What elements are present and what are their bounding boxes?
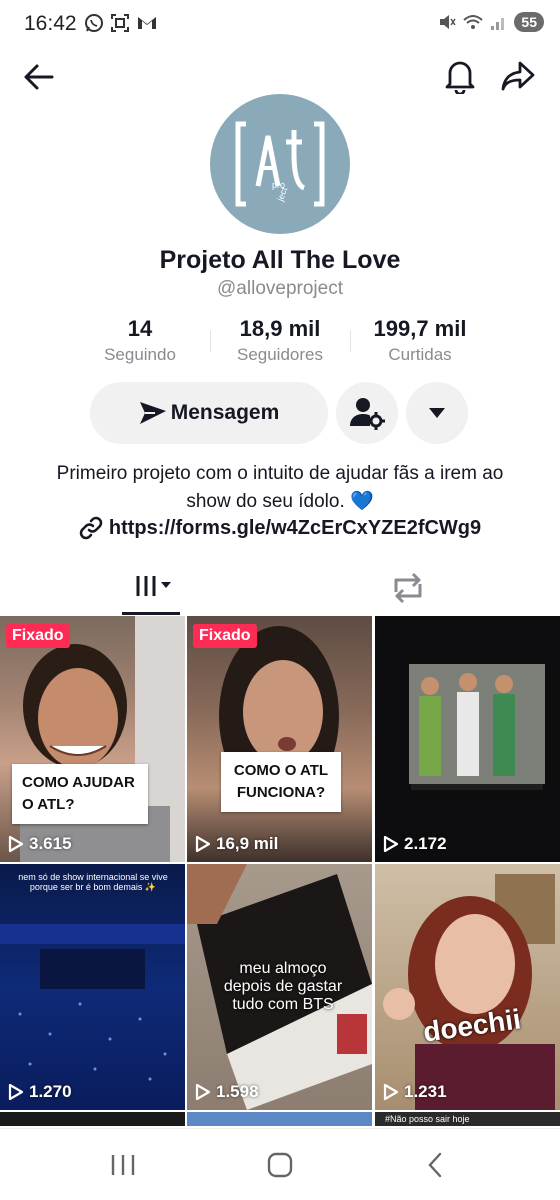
video-caption: COMO O ATL FUNCIONA? [221,752,341,812]
system-nav-bar [0,1128,560,1200]
status-time: 16:42 [24,12,77,35]
play-icon [195,835,211,853]
play-icon [8,835,24,853]
home-icon[interactable] [266,1151,294,1179]
video-thumbnail-image [0,924,185,1081]
battery-badge: 55 [514,12,544,32]
profile-stats: 14 Seguindo 18,9 mil Seguidores 199,7 mi… [70,316,490,372]
video-thumbnail-image [409,664,545,790]
video-grid: Fixado COMO AJUDAR O ATL? 3.615 Fixado C… [0,616,560,1126]
video-tile[interactable]: Fixado COMO O ATL FUNCIONA? 16,9 mil [187,616,372,862]
pinned-badge: Fixado [6,624,70,648]
whatsapp-icon [85,14,103,32]
suggested-accounts-button[interactable] [336,382,398,444]
play-icon [195,1083,211,1101]
avatar[interactable]: pro ject [210,94,350,234]
signal-icon [491,18,505,30]
stat-value: 199,7 mil [373,316,467,341]
more-dropdown-button[interactable] [406,382,468,444]
video-caption: meu almoço depois de gastar tudo com BTS [223,960,343,1013]
stat-following[interactable]: 14 Seguindo [70,316,210,372]
video-tile[interactable]: Fixado COMO AJUDAR O ATL? 3.615 [0,616,185,862]
video-tile[interactable]: doechii 1.231 [375,864,560,1110]
project-logo-icon: pro ject [235,121,325,207]
grid-bars-icon [136,576,171,596]
username: @alloveproject [217,278,343,299]
video-caption: COMO AJUDAR O ATL? [12,764,148,824]
video-thumbnail-image [383,874,555,1110]
gmail-icon [138,17,156,29]
add-friend-settings-icon [350,398,385,430]
recents-icon[interactable] [110,1153,136,1177]
video-tile[interactable]: meu almoço depois de gastar tudo com BTS… [187,864,372,1110]
stat-likes[interactable]: 199,7 mil Curtidas [350,316,490,372]
profile-tabs [0,560,560,616]
view-count-text: 16,9 mil [216,834,279,853]
video-caption: nem só de show internacional se vive por… [18,872,168,892]
video-tile[interactable]: #Não posso sair hoje [375,1112,560,1126]
message-button-label: Mensagem [170,401,280,424]
wifi-icon [463,15,484,29]
stat-label: Seguidores [236,345,323,364]
play-icon [8,1083,24,1101]
screenshot-icon [111,14,129,32]
tab-videos[interactable] [122,570,180,616]
message-button[interactable]: Mensagem [90,382,328,444]
view-count: 2.172 [383,834,447,854]
bio-link-text: https://forms.gle/w4ZcErCxYZE2fCWg9 [108,516,482,539]
view-count: 16,9 mil [195,834,278,854]
status-notification-icons [84,13,158,33]
arrow-left-icon[interactable] [22,60,56,94]
stat-followers[interactable]: 18,9 mil Seguidores [210,316,350,372]
play-icon [383,1083,399,1101]
stat-label: Seguindo [104,345,176,364]
view-count-text: 1.598 [216,1082,259,1101]
stat-value: 14 [127,316,153,341]
pinned-badge: Fixado [193,624,257,648]
view-count: 1.598 [195,1082,259,1102]
bell-icon[interactable] [443,58,477,94]
display-name: Projeto All The Love [159,246,401,274]
view-count-text: 1.231 [404,1082,447,1101]
view-count: 1.231 [383,1082,447,1102]
view-count-text: 3.615 [29,834,72,853]
mute-icon [440,15,457,29]
status-system-icons: 55 [438,12,544,32]
link-icon [79,516,103,540]
share-arrow-icon[interactable] [500,58,536,94]
video-tile[interactable]: 2.172 [375,616,560,862]
video-thumbnail-image [219,626,339,806]
view-count: 3.615 [8,834,72,854]
active-tab-indicator [122,612,180,615]
repost-icon[interactable] [388,570,428,606]
view-count: 1.270 [8,1082,72,1102]
view-count-text: 2.172 [404,834,447,853]
video-caption: #Não posso sair hoje [385,1114,470,1124]
status-bar: 16:42 55 [0,0,560,50]
video-tile[interactable] [187,1112,372,1126]
back-icon[interactable] [425,1151,445,1179]
send-icon [139,402,166,424]
video-tile[interactable]: nem só de show internacional se vive por… [0,864,185,1110]
bio-link[interactable]: https://forms.gle/w4ZcErCxYZE2fCWg9 [0,516,560,540]
caret-down-icon [429,408,445,418]
video-thumbnail-image [20,616,185,862]
stat-value: 18,9 mil [239,316,321,341]
bio-text: Primeiro projeto com o intuito de ajudar… [56,463,504,512]
stat-label: Curtidas [388,345,452,364]
view-count-text: 1.270 [29,1082,72,1101]
video-tile[interactable] [0,1112,185,1126]
play-icon [383,835,399,853]
